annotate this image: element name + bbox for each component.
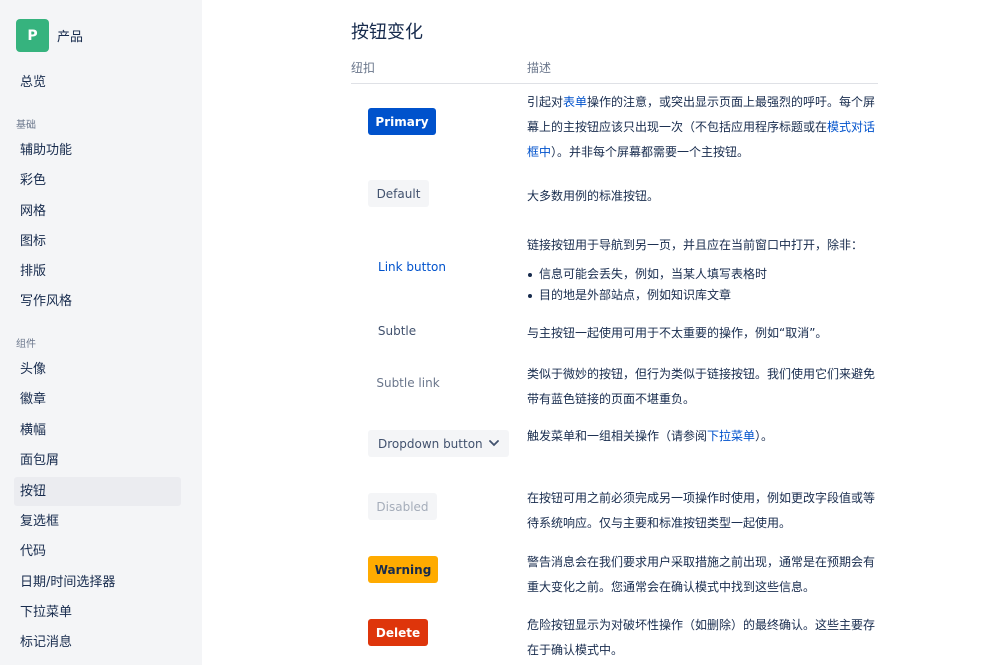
sidebar-item-code[interactable]: 代码 [14,537,181,566]
sidebar-item-color[interactable]: 彩色 [14,166,181,195]
sidebar-item-badge[interactable]: 徽章 [14,385,181,414]
header-divider [351,83,878,84]
warning-description: 警告消息会在我们要求用户采取措施之前出现，通常是在预期会有重大变化之前。您通常会… [527,555,876,594]
dropdown-description: 触发菜单和一组相关操作（请参阅下拉菜单）。 [527,424,877,449]
primary-description: 引起对表单操作的注意，或突出显示页面上最强烈的呼吁。每个屏幕上的主按钮应该只出现… [527,90,877,165]
sidebar-item-dropdown-menu[interactable]: 下拉菜单 [14,598,181,627]
default-description: 大多数用例的标准按钮。 [527,189,660,203]
list-item: 信息可能会丢失，例如，当某人填写表格时 [527,264,767,285]
sidebar-item-breadcrumbs[interactable]: 面包屑 [14,446,181,475]
sidebar-item-icons[interactable]: 图标 [14,227,181,256]
default-button[interactable]: Default [368,180,429,207]
dropdown-button[interactable]: Dropdown button [368,430,509,457]
subtle-link-button[interactable]: Subtle link [368,369,448,396]
sidebar-item-datetime-picker[interactable]: 日期/时间选择器 [14,568,181,597]
sidebar-item-avatar[interactable]: 头像 [14,355,181,384]
sidebar-item-writing-style[interactable]: 写作风格 [14,287,181,316]
sidebar-item-overview[interactable]: 总览 [14,68,181,97]
sidebar-item-banner[interactable]: 横幅 [14,416,181,445]
product-logo: P [16,19,49,52]
link-description: 链接按钮用于导航到另一页，并且应在当前窗口中打开，除非： [527,238,864,252]
warning-button[interactable]: Warning [368,556,438,583]
sidebar-item-accessibility[interactable]: 辅助功能 [14,136,181,165]
disabled-description: 在按钮可用之前必须完成另一项操作时使用，例如更改字段值或等待系统响应。仅与主要和… [527,491,876,530]
subtle-description: 与主按钮一起使用可用于不太重要的操作，例如“取消”。 [527,326,828,340]
dropdown-button-label: Dropdown button [378,436,483,451]
sidebar-item-checkbox[interactable]: 复选框 [14,507,181,536]
chevron-down-icon [489,440,499,447]
column-header-description: 描述 [527,61,552,75]
subtle-link-description: 类似于微妙的按钮，但行为类似于链接按钮。我们使用它们来避免带有蓝色链接的页面不堪… [527,367,876,406]
link-button[interactable]: Link button [368,253,456,280]
sidebar-section-components: 组件 [16,339,36,350]
sidebar-item-flag[interactable]: 标记消息 [14,628,181,657]
sidebar-item-grid[interactable]: 网格 [14,197,181,226]
delete-description: 危险按钮显示为对破坏性操作（如删除）的最终确认。这些主要存在于确认模式中。 [527,618,876,657]
primary-desc-text-1: 引起对 [527,95,564,109]
sidebar-section-basics: 基础 [16,120,36,131]
link-bullet-list: 信息可能会丢失，例如，当某人填写表格时 目的地是外部站点，例如知识库文章 [527,264,767,306]
sidebar: P 产品 总览 基础 辅助功能 彩色 网格 图标 排版 写作风格 组件 头像 徽… [0,0,202,665]
form-link[interactable]: 表单 [563,95,587,109]
brand-name: 产品 [57,30,84,45]
delete-button[interactable]: Delete [368,619,428,646]
sidebar-item-typography[interactable]: 排版 [14,257,181,286]
dropdown-menu-link[interactable]: 下拉菜单 [707,429,755,443]
brand[interactable]: P 产品 [16,19,83,52]
column-header-button: 纽扣 [351,61,376,75]
subtle-button[interactable]: Subtle [368,317,426,344]
sidebar-item-button[interactable]: 按钮 [14,477,181,506]
primary-desc-text-3: ）。并非每个屏幕都需要一个主按钮。 [551,145,750,159]
dropdown-desc-text-2: ）。 [755,429,774,443]
disabled-button: Disabled [368,493,437,520]
page-title: 按钮变化 [351,22,423,43]
primary-button[interactable]: Primary [368,108,436,135]
list-item: 目的地是外部站点，例如知识库文章 [527,285,767,306]
dropdown-desc-text-1: 触发菜单和一组相关操作（请参阅 [527,429,708,443]
